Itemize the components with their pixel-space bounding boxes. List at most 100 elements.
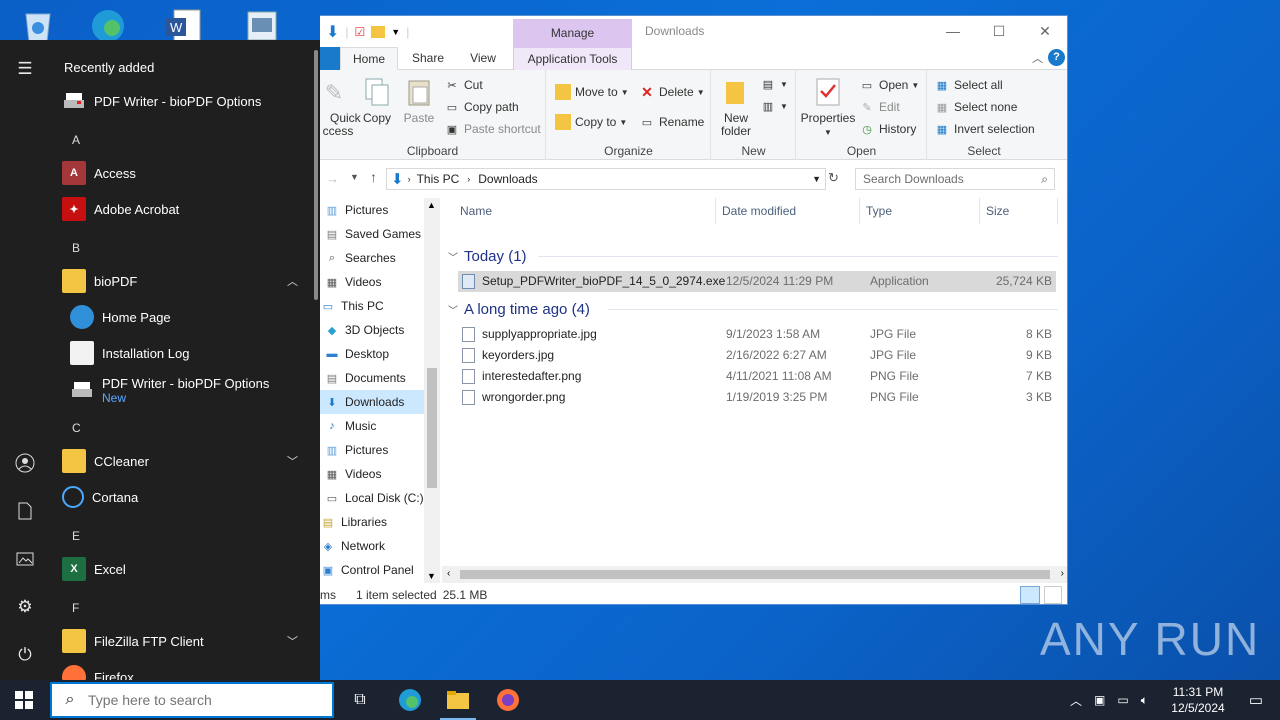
nav-item-searches[interactable]: ⌕ Searches <box>320 246 424 270</box>
taskbar-search-input[interactable] <box>88 692 318 708</box>
scroll-thumb[interactable] <box>460 570 1050 579</box>
firefox-taskbar-icon[interactable] <box>484 680 532 720</box>
horizontal-scrollbar[interactable]: ‹ › <box>442 566 1067 583</box>
edit-button[interactable]: ✎ Edit <box>859 97 899 117</box>
nav-item-music[interactable]: ♪ Music <box>320 414 424 438</box>
letter-b[interactable]: B <box>72 241 80 255</box>
start-scrollbar[interactable] <box>314 50 318 300</box>
copy-to-button[interactable]: Copy to ▼ <box>555 112 627 132</box>
nav-item-network[interactable]: ◈ Network <box>320 534 424 558</box>
user-avatar-icon[interactable] <box>14 452 36 474</box>
nav-item-downloads[interactable]: ⬇ Downloads <box>320 390 424 414</box>
column-header-date[interactable]: Date modified <box>716 198 860 224</box>
folder-ccleaner[interactable]: CCleaner ﹀ <box>62 446 308 476</box>
app-home-page[interactable]: Home Page <box>70 302 312 332</box>
volume-icon[interactable]: 🔈︎ <box>1141 693 1148 708</box>
new-item-button[interactable]: ▤ ▼ <box>760 74 788 94</box>
taskbar-search-box[interactable]: ⌕ <box>50 682 334 718</box>
address-dropdown-icon[interactable]: ▼ <box>812 174 821 184</box>
clock[interactable]: 11:31 PM 12/5/2024 <box>1160 684 1236 716</box>
invert-selection-button[interactable]: ▦ Invert selection <box>934 119 1035 139</box>
open-button[interactable]: ▭ Open ▼ <box>859 75 919 95</box>
edge-taskbar-icon[interactable] <box>386 680 434 720</box>
show-hidden-icons-icon[interactable]: ︿ <box>1070 692 1082 709</box>
edge-desktop-icon[interactable] <box>88 6 128 44</box>
notification-center-icon[interactable]: ▭ <box>1232 680 1280 720</box>
pin-quick-access-button[interactable]: ✎ Quick ccess <box>320 76 361 138</box>
power-icon[interactable]: ⏻ <box>14 644 36 666</box>
letter-f[interactable]: F <box>72 601 79 615</box>
nav-item-3d-objects[interactable]: ◆ 3D Objects <box>320 318 424 342</box>
history-button[interactable]: ◷ History <box>859 119 916 139</box>
app-cortana[interactable]: Cortana <box>62 482 308 512</box>
app-firefox[interactable]: Firefox <box>62 662 308 680</box>
scroll-down-icon[interactable]: ▼ <box>427 571 436 581</box>
close-button[interactable]: ✕ <box>1022 16 1067 46</box>
file-explorer-taskbar-icon[interactable] <box>434 680 482 720</box>
copy-button[interactable]: Copy <box>358 76 396 125</box>
documents-icon[interactable] <box>14 500 36 522</box>
letter-c[interactable]: C <box>72 421 81 435</box>
nav-item-videos[interactable]: ▦ Videos <box>320 462 424 486</box>
column-header-size[interactable]: Size <box>980 198 1058 224</box>
nav-item-pictures[interactable]: ▥ Pictures <box>320 438 424 462</box>
network-icon[interactable]: ▭ <box>1117 693 1128 707</box>
qat-dropdown-icon[interactable]: ▼ <box>391 27 400 37</box>
tab-file[interactable] <box>320 47 340 70</box>
nav-item-control-panel[interactable]: ▣ Control Panel <box>320 558 424 582</box>
new-folder-icon[interactable] <box>371 25 386 38</box>
pictures-icon[interactable] <box>14 548 36 570</box>
rename-button[interactable]: ▭ Rename <box>639 112 705 132</box>
app-installation-log[interactable]: Installation Log <box>70 338 312 368</box>
nav-item-libraries[interactable]: ▤ Libraries <box>320 510 424 534</box>
minimize-button[interactable]: — <box>930 16 976 46</box>
properties-button[interactable]: Properties ▼ <box>799 76 857 139</box>
nav-item-local-disk-c[interactable]: ▭ Local Disk (C:) <box>320 486 424 510</box>
nav-item-pictures[interactable]: ▥ Pictures <box>320 198 424 222</box>
forward-arrow-icon[interactable]: → <box>326 171 339 186</box>
tab-application-tools[interactable]: Application Tools <box>513 47 632 70</box>
recent-locations-icon[interactable]: ▼ <box>350 172 359 182</box>
search-box[interactable]: Search Downloads ⌕ <box>855 168 1055 190</box>
tab-share[interactable]: Share <box>400 47 456 70</box>
paste-shortcut-button[interactable]: ▣ Paste shortcut <box>444 119 541 139</box>
folder-biopdf[interactable]: bioPDF ︿ <box>62 266 308 296</box>
app-adobe-acrobat[interactable]: ✦ Adobe Acrobat <box>62 194 308 224</box>
nav-item-this-pc[interactable]: ▭ This PC <box>320 294 424 318</box>
nav-item-videos[interactable]: ▦ Videos <box>320 270 424 294</box>
file-row[interactable]: keyorders.jpg 2/16/2022 6:27 AM JPG File 9 … <box>458 345 1056 366</box>
breadcrumb-downloads[interactable]: Downloads <box>478 172 537 186</box>
folder-filezilla[interactable]: FileZilla FTP Client ﹀ <box>62 626 308 656</box>
hamburger-icon[interactable]: ☰ <box>14 58 36 80</box>
select-all-button[interactable]: ▦ Select all <box>934 75 1003 95</box>
cut-button[interactable]: ✂ Cut <box>444 75 482 95</box>
details-view-icon[interactable] <box>1020 586 1040 604</box>
column-header-name[interactable]: Name <box>454 198 716 224</box>
group-header-today[interactable]: ﹀ Today (1) <box>448 245 1058 267</box>
nav-item-desktop[interactable]: ▬ Desktop <box>320 342 424 366</box>
file-row[interactable]: Setup_PDFWriter_bioPDF_14_5_0_2974.exe 12… <box>458 271 1056 292</box>
file-row[interactable]: supplyappropriate.jpg 9/1/2023 1:58 AM JPG… <box>458 324 1056 345</box>
file-row[interactable]: interestedafter.png 4/11/2021 11:08 AM PNG… <box>458 366 1056 387</box>
maximize-button[interactable]: ☐ <box>976 16 1022 46</box>
address-bar[interactable]: ⬇ › This PC › Downloads ▼ <box>386 168 826 190</box>
easy-access-button[interactable]: ▥ ▼ <box>760 96 788 116</box>
file-row[interactable]: wrongorder.png 1/19/2019 3:25 PM PNG File 3… <box>458 387 1056 408</box>
breadcrumb-this-pc[interactable]: This PC <box>417 172 460 186</box>
move-to-button[interactable]: Move to ▼ <box>555 82 629 102</box>
collapse-ribbon-icon[interactable]: ︿ <box>1032 50 1043 66</box>
group-header-long-ago[interactable]: ﹀ A long time ago (4) <box>448 298 1058 320</box>
nav-scrollbar[interactable]: ▲ ▼ <box>424 198 440 583</box>
delete-button[interactable]: ✕ Delete ▼ <box>639 82 704 102</box>
column-header-type[interactable]: Type <box>860 198 980 224</box>
scroll-thumb[interactable] <box>427 368 437 488</box>
new-folder-button[interactable]: New folder <box>716 76 756 138</box>
help-icon[interactable]: ? <box>1048 49 1065 66</box>
app-excel[interactable]: X Excel <box>62 554 308 584</box>
app-access[interactable]: A Access <box>62 158 308 188</box>
windows-start-button[interactable] <box>0 680 48 720</box>
scroll-left-icon[interactable]: ‹ <box>447 568 450 579</box>
app-tray-icon[interactable]: ▣ <box>1094 693 1105 707</box>
up-arrow-icon[interactable]: ↑ <box>370 169 377 185</box>
download-arrow-icon[interactable]: ⬇ <box>326 22 339 42</box>
